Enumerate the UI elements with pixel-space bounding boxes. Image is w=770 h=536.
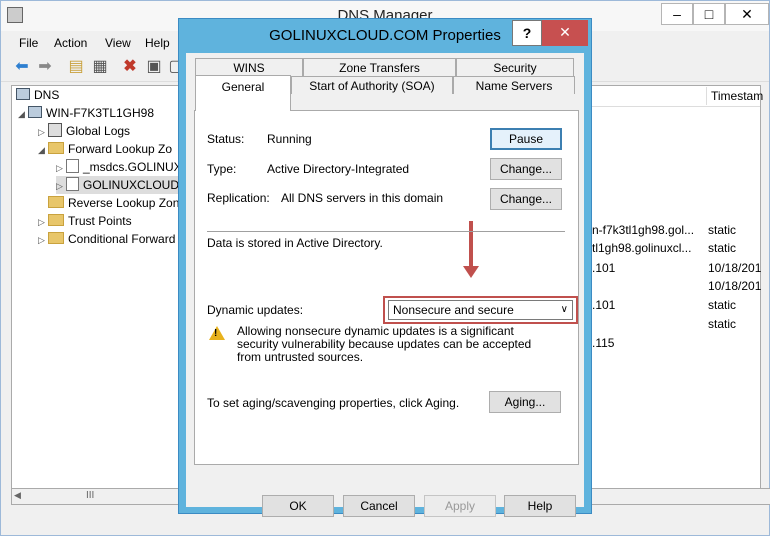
folder-icon <box>48 232 64 244</box>
tree-horizontal-scrollbar[interactable]: ◀ III <box>11 488 183 505</box>
scroll-thumb[interactable]: III <box>86 490 94 501</box>
column-timestamp[interactable]: Timestam <box>706 87 763 105</box>
row-data: .115 <box>592 336 615 350</box>
apply-button[interactable]: Apply <box>424 495 496 517</box>
tab-soa[interactable]: Start of Authority (SOA) <box>291 76 453 94</box>
collapsed-arrow-icon[interactable]: ▷ <box>56 159 66 177</box>
row-timestamp: 10/18/201 <box>708 279 762 293</box>
row-data: .101 <box>592 261 616 275</box>
folder-icon <box>48 142 64 154</box>
dns-icon <box>16 88 30 100</box>
separator <box>207 231 565 232</box>
row-timestamp: 10/18/201 <box>708 261 762 275</box>
row-timestamp: static <box>708 298 737 312</box>
folder-icon <box>48 214 64 226</box>
row-timestamp: static <box>708 223 737 237</box>
expanded-arrow-icon[interactable]: ◢ <box>38 141 48 159</box>
back-arrow-icon[interactable]: ⬅ <box>13 58 31 76</box>
delete-icon[interactable]: ✖ <box>121 58 139 76</box>
tree-item-dns[interactable]: DNS <box>16 86 59 104</box>
minimize-button[interactable]: – <box>661 3 693 25</box>
cancel-button[interactable]: Cancel <box>343 495 415 517</box>
tree-item-global-logs[interactable]: ▷ Global Logs <box>38 122 130 140</box>
type-label: Type: <box>207 162 237 176</box>
tab-zone-transfers[interactable]: Zone Transfers <box>303 58 456 76</box>
up-folder-icon[interactable]: ▤ <box>67 58 85 76</box>
zone-icon <box>66 159 79 173</box>
row-timestamp: static <box>708 241 737 255</box>
tab-wins[interactable]: WINS <box>195 58 303 76</box>
maximize-button[interactable]: □ <box>693 3 725 25</box>
warning-exclamation: ! <box>214 328 218 339</box>
app-icon <box>7 7 23 23</box>
row-data: n-f7k3tl1gh98.gol... <box>592 223 695 237</box>
chevron-down-icon[interactable]: ∨ <box>561 301 568 319</box>
tree-item-forward-lookup[interactable]: ◢ Forward Lookup Zo <box>38 140 172 158</box>
menu-file[interactable]: File <box>11 33 46 53</box>
properties-dialog: GOLINUXCLOUD.COM Properties ? ✕ WINS Zon… <box>178 18 592 517</box>
replication-label: Replication: <box>207 191 270 205</box>
help-question-button[interactable]: ? <box>512 20 542 46</box>
replication-value: All DNS servers in this domain <box>281 191 444 205</box>
zone-icon <box>66 177 79 191</box>
help-button[interactable]: Help <box>504 495 576 517</box>
annotation-arrow-head <box>463 266 479 278</box>
tab-security[interactable]: Security <box>456 58 574 76</box>
show-hide-tree-icon[interactable]: ▦ <box>91 58 109 76</box>
close-button[interactable]: ✕ <box>725 3 769 25</box>
row-data: .101 <box>592 298 616 312</box>
stored-text: Data is stored in Active Directory. <box>207 236 383 250</box>
status-value: Running <box>267 132 312 146</box>
change-type-button[interactable]: Change... <box>490 158 562 180</box>
forward-arrow-icon[interactable]: ➡ <box>36 58 54 76</box>
tree-item-conditional-forwarders[interactable]: ▷ Conditional Forward <box>38 230 175 248</box>
collapsed-arrow-icon[interactable]: ▷ <box>38 123 48 141</box>
tree-item-trust-points[interactable]: ▷ Trust Points <box>38 212 132 230</box>
details-horizontal-scrollbar[interactable] <box>581 488 770 505</box>
collapsed-arrow-icon[interactable]: ▷ <box>38 231 48 249</box>
dynamic-updates-value: Nonsecure and secure <box>393 303 514 317</box>
tab-name-servers[interactable]: Name Servers <box>453 76 575 94</box>
global-logs-icon <box>48 123 62 137</box>
collapsed-arrow-icon[interactable]: ▷ <box>38 213 48 231</box>
menu-view[interactable]: View <box>97 33 139 53</box>
row-timestamp: static <box>708 317 737 331</box>
warning-text: Allowing nonsecure dynamic updates is a … <box>237 324 532 364</box>
expanded-arrow-icon[interactable]: ◢ <box>18 105 28 123</box>
properties-icon[interactable]: ▣ <box>145 58 163 76</box>
tree-item-msdcs[interactable]: ▷ _msdcs.GOLINUX <box>56 158 182 176</box>
row-data: tl1gh98.golinuxcl... <box>592 241 692 255</box>
aging-button[interactable]: Aging... <box>489 391 561 413</box>
tree-item-golinuxcloud[interactable]: ▷ GOLINUXCLOUD <box>56 176 182 195</box>
folder-icon <box>48 196 64 208</box>
menu-help[interactable]: Help <box>137 33 178 53</box>
tree-item-server[interactable]: ◢ WIN-F7K3TL1GH98 <box>18 104 154 122</box>
menu-action[interactable]: Action <box>46 33 95 53</box>
tab-general[interactable]: General <box>195 75 291 111</box>
dynamic-updates-select[interactable]: Nonsecure and secure ∨ <box>388 300 573 320</box>
general-tab-panel: Status: Running Pause Type: Active Direc… <box>194 110 579 465</box>
change-replication-button[interactable]: Change... <box>490 188 562 210</box>
pause-button[interactable]: Pause <box>490 128 562 150</box>
collapsed-arrow-icon[interactable]: ▷ <box>56 177 66 195</box>
dialog-close-button[interactable]: ✕ <box>542 20 588 46</box>
dialog-body: WINS Zone Transfers Security General Sta… <box>186 53 584 517</box>
annotation-arrow <box>469 221 473 266</box>
ok-button[interactable]: OK <box>262 495 334 517</box>
dynamic-updates-label: Dynamic updates: <box>207 303 304 317</box>
type-value: Active Directory-Integrated <box>267 162 410 176</box>
console-tree: DNS ◢ WIN-F7K3TL1GH98 ▷ Global Logs ◢ Forwa… <box>11 85 183 489</box>
server-icon <box>28 106 42 118</box>
tree-item-reverse-lookup[interactable]: Reverse Lookup Zon <box>38 194 179 212</box>
status-label: Status: <box>207 132 245 146</box>
aging-text: To set aging/scavenging properties, clic… <box>207 396 460 410</box>
scroll-left-icon[interactable]: ◀ <box>14 490 21 501</box>
